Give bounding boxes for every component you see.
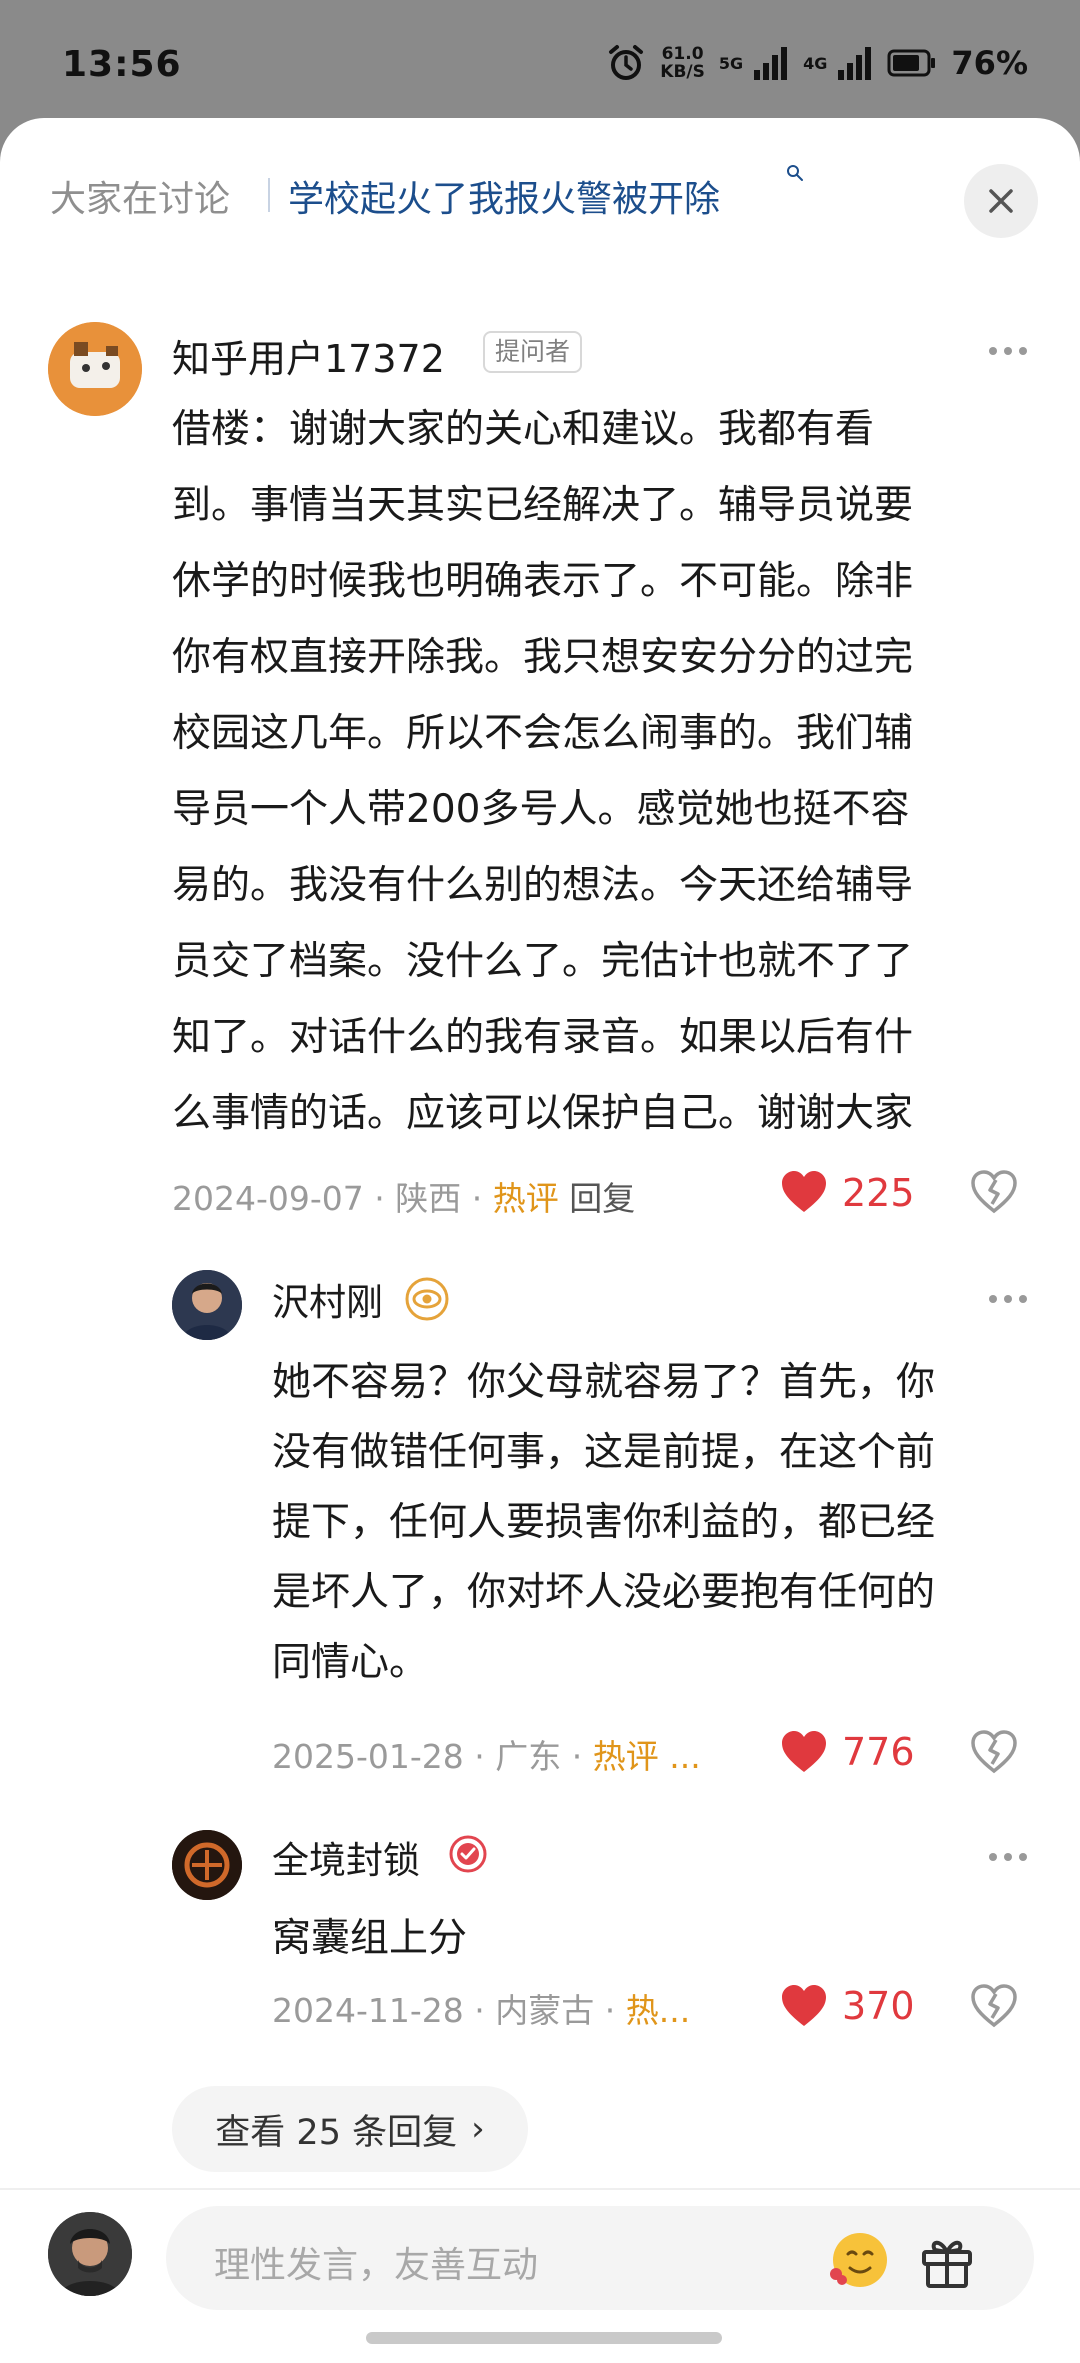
reply-meta: 2025-01-28 · 广东 · 热评 ... — [272, 1737, 701, 1776]
comment-line: 员交了档案。没什么了。完估计也就不了了 — [172, 939, 914, 984]
comment-line: 借楼：谢谢大家的关心和建议。我都有看 — [172, 407, 875, 452]
comment-body: 借楼：谢谢大家的关心和建议。我都有看 到。事情当天其实已经解决了。辅导员说要 休… — [172, 392, 1032, 1152]
comment-line: 校园这几年。所以不会怎么闹事的。我们辅 — [172, 711, 914, 756]
comment-line: 导员一个人带200多号人。感觉她也挺不容 — [172, 787, 910, 832]
net-speed-unit: KB/S — [660, 62, 705, 82]
reply-date: 2025-01-28 — [272, 1737, 464, 1776]
sheet-header: 大家在讨论 学校起火了我报火警被开除 — [0, 118, 1080, 248]
comments-sheet: 大家在讨论 学校起火了我报火警被开除 知乎用户17372 提问者 借楼：谢谢大家… — [0, 118, 1080, 2363]
emoji-icon[interactable] — [826, 2228, 890, 2292]
search-icon[interactable] — [786, 164, 804, 182]
verified-badge-icon — [405, 1277, 449, 1321]
like-count: 370 — [842, 1984, 915, 2028]
more-icon[interactable] — [988, 346, 1028, 356]
asker-badge: 提问者 — [483, 331, 583, 373]
close-button[interactable] — [964, 164, 1038, 238]
view-replies-label: 查看 25 条回复 — [215, 2112, 458, 2153]
avatar-image — [48, 322, 142, 416]
comment-line: 知了。对话什么的我有录音。如果以后有什 — [172, 1015, 914, 1060]
dislike-icon[interactable] — [970, 1170, 1018, 1214]
topic-link[interactable]: 学校起火了我报火警被开除 — [288, 170, 720, 222]
hot-label: 热评 — [492, 1179, 559, 1218]
reply-line: 提下，任何人要损害你利益的，都已经 — [272, 1500, 936, 1545]
current-user-avatar[interactable] — [48, 2212, 132, 2296]
signal-icon — [754, 47, 788, 80]
net-speed-value: 61.0 — [661, 44, 704, 64]
more-icon[interactable] — [988, 1852, 1028, 1862]
heart-icon[interactable] — [780, 1984, 828, 2028]
comment-line: 休学的时候我也明确表示了。不可能。除非 — [172, 559, 914, 604]
comment-meta: 2024-09-07 · 陕西 · 热评 回复 — [172, 1179, 636, 1218]
avatar[interactable] — [172, 1830, 242, 1900]
view-replies-button[interactable]: 查看 25 条回复 › — [172, 2086, 528, 2172]
reply-line: 是坏人了，你对坏人没必要抱有任何的 — [272, 1570, 936, 1615]
comment-line: 你有权直接开除我。我只想安安分分的过完 — [172, 635, 914, 680]
reply-location: 内蒙古 — [495, 1991, 595, 2030]
reply-location: 广东 — [495, 1737, 562, 1776]
avatar[interactable] — [172, 1270, 242, 1340]
status-indicators: 61.0 KB/S 5G 4G 76% — [606, 40, 1028, 86]
reply-line: 同情心。 — [272, 1640, 429, 1685]
gift-icon[interactable] — [918, 2232, 976, 2290]
reply-meta: 2024-11-28 · 内蒙古 · 热... — [272, 1991, 691, 2030]
status-bar: 13:56 61.0 KB/S 5G 4G 76% — [0, 0, 1080, 118]
reply-body: 她不容易？你父母就容易了？首先，你 没有做错任何事，这是前提，在这个前 提下，任… — [272, 1348, 1052, 1698]
avatar[interactable] — [48, 322, 142, 416]
heart-icon[interactable] — [780, 1170, 828, 1214]
comment-location: 陕西 — [395, 1179, 462, 1218]
comment-line: 到。事情当天其实已经解决了。辅导员说要 — [172, 483, 914, 528]
comment-line: 么事情的话。应该可以保护自己。谢谢大家 — [172, 1091, 914, 1136]
comment-input[interactable]: 理性发言，友善互动 — [166, 2206, 1034, 2310]
alarm-icon — [609, 45, 644, 80]
comment-author[interactable]: 知乎用户17372 — [172, 328, 445, 383]
dislike-icon[interactable] — [970, 1730, 1018, 1774]
reply-body: 窝囊组上分 — [272, 1904, 1052, 1974]
heart-icon[interactable] — [780, 1730, 828, 1774]
avatar-image — [172, 1830, 242, 1900]
reply-author[interactable]: 全境封锁 — [272, 1830, 420, 1884]
comment-line: 易的。我没有什么别的想法。今天还给辅导 — [172, 863, 914, 908]
home-indicator — [366, 2332, 722, 2344]
net-speed: 61.0 KB/S — [660, 45, 705, 81]
network-5g-label: 5G — [718, 53, 744, 73]
reply-line: 窝囊组上分 — [272, 1916, 468, 1961]
chevron-right-icon: › — [471, 2109, 485, 2149]
reply-date: 2024-11-28 — [272, 1991, 464, 2030]
reply-author[interactable]: 沢村刚 — [272, 1272, 383, 1326]
signal-icon — [838, 47, 872, 80]
reply-line: 没有做错任何事，这是前提，在这个前 — [272, 1430, 936, 1475]
bottom-divider — [0, 2188, 1080, 2190]
hot-label: 热... — [625, 1991, 691, 2030]
header-divider — [268, 178, 270, 212]
avatar-image — [172, 1270, 242, 1340]
comment-input-placeholder: 理性发言，友善互动 — [214, 2245, 539, 2286]
reply-line: 她不容易？你父母就容易了？首先，你 — [272, 1360, 936, 1405]
more-icon[interactable] — [988, 1294, 1028, 1304]
reply-button[interactable]: 回复 — [569, 1179, 635, 1218]
discussion-label: 大家在讨论 — [50, 179, 231, 220]
hot-label: 热评 ... — [592, 1737, 701, 1776]
verified-badge-icon — [449, 1835, 487, 1873]
comment-date: 2024-09-07 — [172, 1179, 364, 1218]
like-count: 776 — [842, 1730, 915, 1774]
dislike-icon[interactable] — [970, 1984, 1018, 2028]
battery-percent: 76% — [951, 44, 1028, 82]
battery-icon — [887, 49, 936, 77]
status-time: 13:56 — [62, 44, 182, 85]
network-4g-label: 4G — [803, 53, 828, 73]
close-icon — [989, 189, 1013, 213]
like-count: 225 — [842, 1171, 915, 1215]
avatar-image — [48, 2212, 132, 2296]
